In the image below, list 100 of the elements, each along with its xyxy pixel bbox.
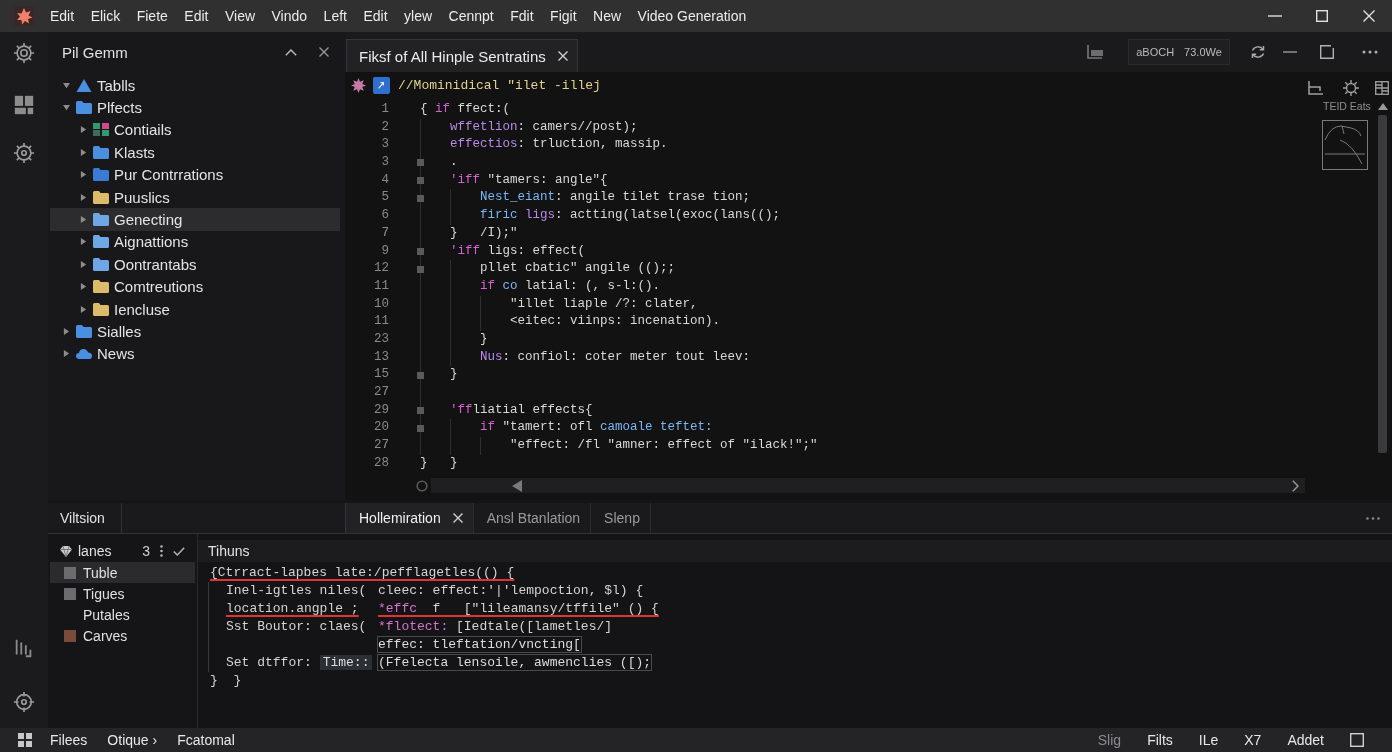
refresh-icon[interactable] — [1250, 44, 1266, 60]
code-text: location.angple ; — [226, 601, 359, 616]
editor-tab[interactable]: Fiksf of All Hinple Sentratins — [346, 39, 578, 72]
tree-item[interactable]: Puuslics — [50, 185, 340, 209]
menu-item[interactable]: Edit — [363, 8, 388, 24]
fold-marker-icon[interactable] — [417, 265, 424, 273]
caret-down-icon[interactable] — [63, 81, 70, 89]
menu-item[interactable]: Vindo — [271, 8, 308, 24]
grid-icon[interactable] — [1375, 81, 1389, 95]
caret-right-icon[interactable] — [63, 350, 70, 358]
scrollbar[interactable] — [431, 478, 1305, 493]
list-item[interactable]: Tuble — [50, 562, 195, 583]
crosshair-icon[interactable] — [13, 691, 35, 713]
gear-icon[interactable] — [13, 142, 35, 164]
fold-marker-icon[interactable] — [417, 424, 424, 432]
status-item[interactable]: Otique › — [107, 732, 158, 748]
minimap[interactable] — [1322, 120, 1368, 170]
kebab-icon[interactable] — [160, 545, 163, 557]
minimap-label: TEID Eats — [1323, 100, 1371, 112]
status-item[interactable]: Filts — [1147, 732, 1173, 748]
panel-tab[interactable]: Hollemiration — [345, 503, 474, 533]
close-icon[interactable] — [557, 51, 568, 61]
readout-text: aBOCH — [1136, 46, 1175, 58]
caret-right-icon[interactable] — [80, 171, 87, 179]
check-icon[interactable] — [173, 546, 185, 556]
app-logo-icon[interactable] — [14, 6, 34, 26]
status-item[interactable]: ILe — [1198, 732, 1219, 748]
list-item[interactable]: Carves — [50, 625, 195, 646]
tree-item[interactable]: Pur Contrrations — [50, 163, 340, 186]
caret-right-icon[interactable] — [80, 193, 87, 201]
caret-right-icon[interactable] — [80, 238, 87, 246]
grid-icon[interactable] — [18, 733, 32, 747]
caret-down-icon[interactable] — [63, 104, 70, 112]
menu-item[interactable]: Edit — [50, 8, 75, 24]
tree-item[interactable]: Sialles — [50, 320, 340, 343]
fold-marker-icon[interactable] — [417, 159, 424, 167]
line-number: 6 — [380, 207, 389, 225]
fold-marker-icon[interactable] — [417, 194, 424, 202]
status-item[interactable]: X7 — [1244, 732, 1262, 748]
status-item[interactable]: Addet — [1287, 732, 1324, 748]
tree-item[interactable]: Comtreutions — [50, 275, 340, 298]
fold-marker-icon[interactable] — [417, 371, 424, 379]
menu-item[interactable]: Elick — [90, 8, 121, 24]
fold-marker-icon[interactable] — [417, 177, 424, 185]
caret-right-icon[interactable] — [80, 126, 87, 134]
caret-right-icon[interactable] — [80, 216, 87, 224]
menu-item[interactable]: View — [224, 8, 256, 24]
scrollbar[interactable] — [1378, 115, 1387, 453]
menu-item[interactable]: ylew — [404, 8, 433, 24]
menu-item[interactable]: Edit — [184, 8, 209, 24]
panel-tab[interactable]: Slenp — [591, 503, 651, 533]
caret-right-icon[interactable] — [80, 305, 87, 313]
tree-item[interactable]: Tablls — [50, 74, 340, 97]
tree-item[interactable]: Iencluse — [50, 297, 340, 321]
code-line: effectios: trluction, massip. — [450, 136, 668, 154]
panel-tab[interactable]: Ansl Btanlation — [473, 503, 592, 533]
triangle-up-icon[interactable] — [1378, 102, 1388, 110]
gem-icon — [60, 545, 72, 557]
fold-marker-icon[interactable] — [417, 247, 424, 255]
triangle-left-icon[interactable] — [512, 479, 522, 492]
list-item[interactable]: Tigues — [50, 583, 195, 604]
fold-marker-icon[interactable] — [417, 407, 424, 415]
minimize-icon — [1267, 15, 1282, 17]
line-number: 10 — [373, 295, 389, 313]
caret-right-icon[interactable] — [80, 260, 87, 268]
panel-icon[interactable] — [1308, 81, 1324, 95]
menu-item[interactable]: Fdit — [510, 8, 534, 24]
gear-icon[interactable] — [13, 42, 35, 64]
line-number: 7 — [380, 224, 389, 242]
caret-right-icon[interactable] — [80, 148, 87, 156]
tree-item[interactable]: Genecting — [50, 208, 340, 231]
status-item[interactable]: Fcatomal — [177, 732, 235, 748]
menu-item[interactable]: Cennpt — [448, 8, 494, 24]
chevron-right-icon[interactable] — [1292, 479, 1299, 492]
caret-right-icon[interactable] — [63, 328, 70, 335]
caret-right-icon[interactable] — [80, 283, 87, 291]
status-item[interactable]: Filees — [50, 732, 88, 748]
tray-icon[interactable] — [1087, 45, 1103, 59]
layout-icon[interactable] — [13, 94, 35, 116]
gear-icon[interactable] — [1343, 80, 1359, 96]
more-icon[interactable] — [1366, 516, 1380, 520]
close-icon[interactable] — [452, 513, 463, 523]
tree-item[interactable]: Aignattions — [50, 230, 340, 254]
more-icon[interactable] — [1362, 50, 1378, 54]
list-item[interactable]: Putales — [50, 604, 195, 625]
menu-item[interactable]: Left — [323, 8, 347, 24]
code-line: "illet liaple /?: clater, — [510, 295, 698, 313]
tree-item[interactable]: News — [50, 342, 340, 366]
tree-item[interactable]: Plfects — [50, 96, 340, 119]
menu-item[interactable]: Fiete — [136, 8, 168, 24]
menu-item[interactable]: Figit — [550, 8, 577, 24]
menu-item[interactable]: New — [593, 8, 622, 24]
tile-icon — [373, 76, 390, 94]
square-icon[interactable] — [1350, 733, 1364, 747]
chevron-up-icon[interactable] — [285, 48, 297, 56]
tree-item[interactable]: Contiails — [50, 118, 340, 142]
close-icon[interactable] — [319, 47, 329, 57]
tree-item[interactable]: Oontrantabs — [50, 253, 340, 276]
tree-item[interactable]: Klasts — [50, 141, 340, 164]
code-line: firic ligs: actting(latsel(exoc(lans((); — [480, 207, 781, 225]
